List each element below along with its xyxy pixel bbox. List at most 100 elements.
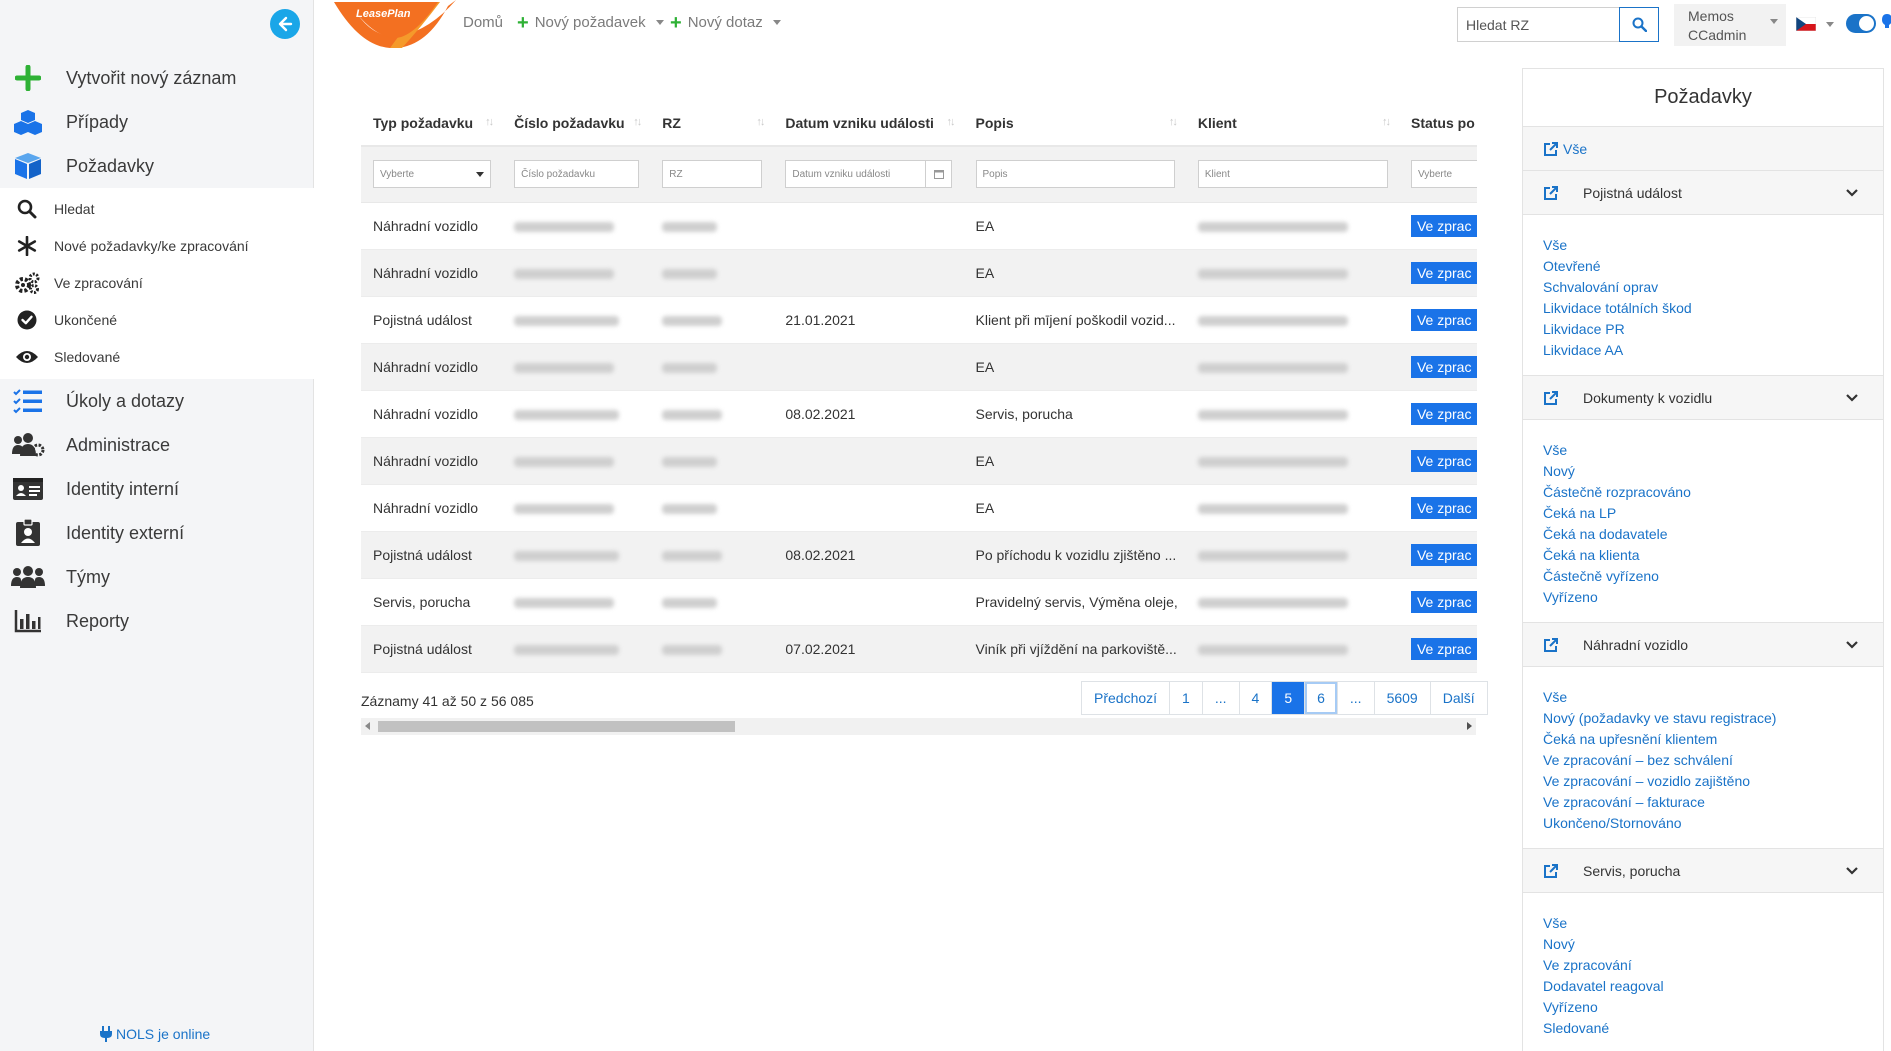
panel-link[interactable]: Vše [1543,687,1883,708]
pagination-page[interactable]: 4 [1239,682,1273,714]
panel-link[interactable]: Částečně vyřízeno [1543,566,1883,587]
panel-link[interactable]: Vyřízeno [1543,997,1883,1018]
mode-toggle[interactable] [1846,14,1876,33]
sidebar-subitem-watched[interactable]: Sledované [0,338,314,375]
panel-link[interactable]: Likvidace AA [1543,340,1883,361]
panel-link[interactable]: Schvalování oprav [1543,277,1883,298]
pagination-page[interactable]: 5609 [1374,682,1431,714]
panel-link[interactable]: Čeká na dodavatele [1543,524,1883,545]
table-row[interactable]: Náhradní vozidlo EA Ve zprac [361,202,1477,250]
sidebar-subitem-new-requests[interactable]: Nové požadavky/ke zpracování [0,227,314,264]
sidebar-item-internal-identities[interactable]: Identity interní [0,467,314,511]
sidebar-subitem-finished[interactable]: Ukončené [0,301,314,338]
column-header-number[interactable]: Číslo požadavku ↑↓ [502,100,651,147]
rz-filter-input[interactable]: RZ [662,160,763,189]
sidebar: Vytvořit nový záznam Případy Požadavky H… [0,0,314,1051]
sidebar-item-create-record[interactable]: Vytvořit nový záznam [0,56,314,100]
leaseplan-logo[interactable]: LeasePlan [330,0,456,49]
description-filter-input[interactable]: Popis [975,160,1175,189]
panel-section-header[interactable]: Dokumenty k vozidlu [1523,376,1883,420]
cell-type: Náhradní vozidlo [361,484,503,532]
rz-search-button[interactable] [1619,7,1659,42]
column-header-type[interactable]: Typ požadavku ↑↓ [361,100,503,147]
cell-date [773,249,964,297]
panel-link[interactable]: Vše [1543,913,1883,934]
caret-down-icon[interactable] [1826,22,1834,27]
pagination-next[interactable]: Další [1430,682,1487,714]
panel-link[interactable]: Likvidace PR [1543,319,1883,340]
panel-link[interactable]: Ve zpracování – vozidlo zajištěno [1543,771,1883,792]
sidebar-subitem-search[interactable]: Hledat [0,190,314,227]
sidebar-item-reports[interactable]: Reporty [0,599,314,643]
rz-search-input[interactable] [1457,7,1619,42]
nav-new-query[interactable]: + Nový dotaz [670,13,781,33]
pagination-previous[interactable]: Předchozí [1082,682,1171,714]
scroll-left-icon[interactable] [365,722,370,730]
panel-link[interactable]: Čeká na LP [1543,503,1883,524]
scrollbar-thumb[interactable] [378,721,735,732]
panel-link[interactable]: Sledované [1543,1018,1883,1039]
panel-link[interactable]: Ve zpracování [1543,955,1883,976]
status-filter-select[interactable]: Vyberte [1410,160,1477,189]
panel-link[interactable]: Vše [1543,440,1883,461]
panel-section-header[interactable]: Pojistná událost [1523,171,1883,215]
panel-link[interactable]: Vše [1543,235,1883,256]
panel-all-link[interactable]: Vše [1523,127,1883,171]
panel-link[interactable]: Vyřízeno [1543,587,1883,608]
table-row[interactable]: Náhradní vozidlo 08.02.2021 Servis, poruch… [361,390,1477,438]
cell-status: Ve zprac [1398,343,1477,391]
table-row[interactable]: Pojistná událost 07.02.2021 Viník při vjíž… [361,625,1477,673]
panel-link[interactable]: Ukončeno/Stornováno [1543,813,1883,834]
pagination-page[interactable]: 6 [1305,682,1338,714]
sidebar-item-teams[interactable]: Týmy [0,555,314,599]
type-filter-select[interactable]: Vyberte [373,160,491,189]
panel-link[interactable]: Dodavatel reagoval [1543,976,1883,997]
user-menu[interactable]: Memos CCadmin [1674,4,1786,46]
client-filter-input[interactable]: Klient [1197,160,1388,189]
panel-link[interactable]: Nový [1543,461,1883,482]
table-row[interactable]: Pojistná událost 21.01.2021 Klient při mīj… [361,296,1477,344]
panel-link[interactable]: Ve zpracování – fakturace [1543,792,1883,813]
cell-rz-redacted [650,437,774,485]
panel-link[interactable]: Likvidace totálních škod [1543,298,1883,319]
table-row[interactable]: Servis, porucha Pravidelný servis, Výměna… [361,578,1477,626]
sidebar-item-administration[interactable]: Administrace [0,423,314,467]
horizontal-scrollbar[interactable] [361,718,1476,735]
status-badge: Ve zprac [1410,449,1477,472]
nav-new-request[interactable]: + Nový požadavek [517,13,664,33]
date-filter-input[interactable]: Datum vzniku události [785,160,953,189]
table-row[interactable]: Náhradní vozidlo EA Ve zprac [361,484,1477,532]
panel-section-header[interactable]: Náhradní vozidlo [1523,623,1883,667]
panel-link[interactable]: Čeká na klienta [1543,545,1883,566]
panel-link[interactable]: Částečně rozpracováno [1543,482,1883,503]
table-row[interactable]: Náhradní vozidlo EA Ve zprac [361,343,1477,391]
panel-link[interactable]: Ve zpracování – bez schválení [1543,750,1883,771]
panel-link[interactable]: Nový (požadavky ve stavu registrace) [1543,708,1883,729]
column-header-rz[interactable]: RZ ↑↓ [650,100,774,147]
nav-home[interactable]: Domů [463,14,503,31]
table-row[interactable]: Pojistná událost 08.02.2021 Po příchodu k … [361,531,1477,579]
sidebar-item-external-identities[interactable]: Identity externí [0,511,314,555]
cell-client-redacted [1185,578,1399,626]
table-row[interactable]: Náhradní vozidlo EA Ve zprac [361,437,1477,485]
panel-section-header[interactable]: Servis, porucha [1523,849,1883,893]
pagination-page[interactable]: 5 [1272,682,1306,714]
sidebar-item-requests[interactable]: Požadavky [0,144,314,188]
pagination-page[interactable]: 1 [1170,682,1203,714]
scroll-right-icon[interactable] [1467,722,1472,730]
column-header-client[interactable]: Klient ↑↓ [1185,100,1399,147]
sidebar-subitem-in-progress[interactable]: Ve zpracování [0,264,314,301]
sidebar-item-cases[interactable]: Případy [0,100,314,144]
collapse-sidebar-button[interactable] [270,9,300,39]
czech-flag-icon[interactable] [1795,16,1817,32]
panel-link[interactable]: Otevřené [1543,256,1883,277]
panel-link[interactable]: Čeká na upřesnění klientem [1543,729,1883,750]
sidebar-item-tasks[interactable]: Úkoly a dotazy [0,379,314,423]
calendar-icon[interactable] [925,161,951,188]
column-header-status[interactable]: Status po [1398,100,1477,147]
column-header-date[interactable]: Datum vzniku události ↑↓ [773,100,964,147]
number-filter-input[interactable]: Číslo požadavku [514,160,640,189]
column-header-description[interactable]: Popis ↑↓ [963,100,1186,147]
table-row[interactable]: Náhradní vozidlo EA Ve zprac [361,249,1477,297]
panel-link[interactable]: Nový [1543,934,1883,955]
